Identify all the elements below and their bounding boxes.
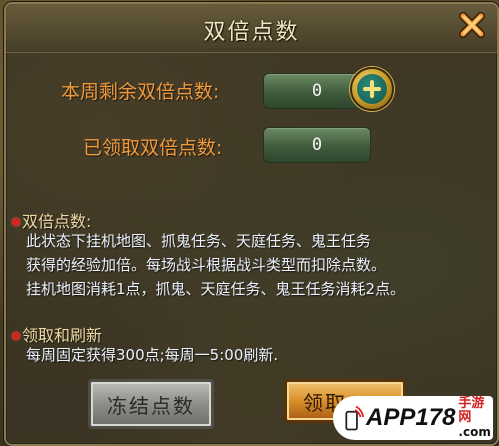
watermark-brand: APP178 xyxy=(366,404,456,431)
claimed-points-field: 0 xyxy=(263,127,371,163)
remaining-points-value: 0 xyxy=(311,81,323,101)
watermark-url: .com xyxy=(458,425,491,439)
app178-watermark: APP178 手游网 .com xyxy=(333,396,493,440)
watermark-sub-text: 手游网 xyxy=(458,396,485,425)
claim-refresh-description: 每周固定获得300点;每周一5:00刷新. xyxy=(26,343,278,367)
double-points-dialog: 双倍点数 本周剩余双倍点数: 0 已领取双倍点数: 0 双倍点数: 此状态下挂机… xyxy=(4,2,499,446)
watermark-sub: 手游网 .com xyxy=(458,396,493,440)
double-points-description: 此状态下挂机地图、抓鬼任务、天庭任务、鬼王任务 获得的经验加倍。每场战斗根据战斗… xyxy=(26,229,405,301)
description-line: 获得的经验加倍。每场战斗根据战斗类型而扣除点数。 xyxy=(26,256,387,274)
dialog-title: 双倍点数 xyxy=(203,20,300,45)
red-dot-icon xyxy=(12,332,20,340)
wifi-phone-icon xyxy=(345,405,365,431)
dialog-title-bar: 双倍点数 xyxy=(6,4,497,53)
close-button[interactable] xyxy=(455,8,489,42)
red-dot-icon xyxy=(12,218,20,226)
description-line: 每周固定获得300点;每周一5:00刷新. xyxy=(26,346,279,364)
description-line: 此状态下挂机地图、抓鬼任务、天庭任务、鬼王任务 xyxy=(26,232,372,250)
remaining-points-label: 本周剩余双倍点数: xyxy=(61,81,220,103)
plus-icon xyxy=(357,74,387,104)
claimed-points-value: 0 xyxy=(311,135,323,155)
add-points-button[interactable] xyxy=(350,67,394,111)
freeze-points-label: 冻结点数 xyxy=(107,393,195,418)
freeze-points-button[interactable]: 冻结点数 xyxy=(88,379,214,429)
description-line: 挂机地图消耗1点，抓鬼、天庭任务、鬼王任务消耗2点。 xyxy=(26,280,406,298)
close-x-icon xyxy=(459,12,485,38)
claimed-points-label: 已领取双倍点数: xyxy=(83,137,223,159)
